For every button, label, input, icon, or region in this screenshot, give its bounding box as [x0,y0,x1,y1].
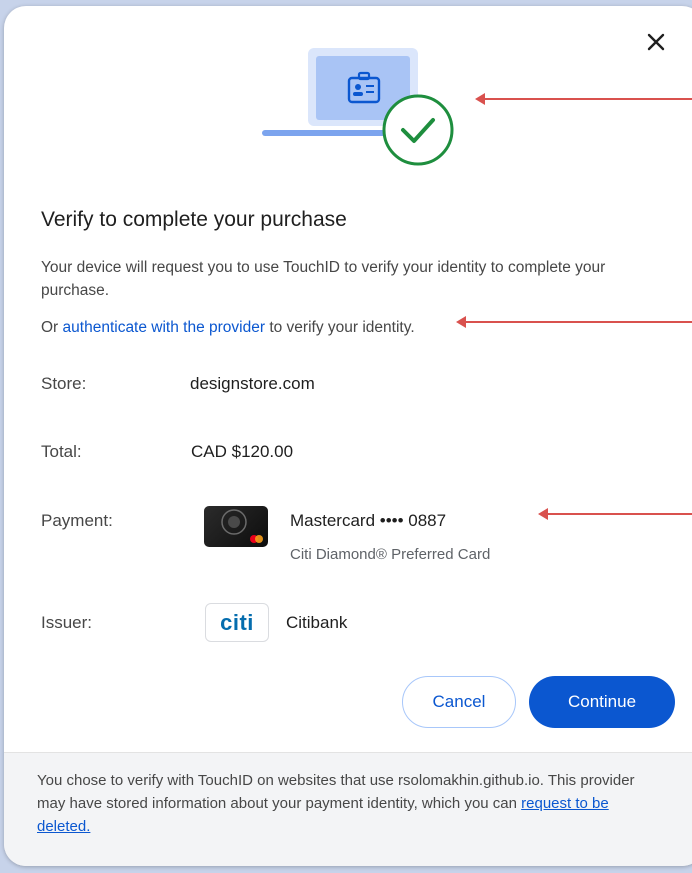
card-image [204,506,268,547]
alternate-auth-text: Or authenticate with the provider to ver… [41,319,415,337]
dialog-title: Verify to complete your purchase [41,208,347,231]
close-icon [647,33,665,51]
payment-card-subtitle: Citi Diamond® Preferred Card [290,546,491,563]
total-value: CAD $120.00 [191,442,294,461]
payment-label: Payment: [41,511,113,530]
authenticate-provider-link[interactable]: authenticate with the provider [63,319,265,336]
alt-suffix: to verify your identity. [265,319,415,336]
store-value: designstore.com [190,374,315,393]
dialog-description: Your device will request you to use Touc… [41,259,606,299]
close-button[interactable] [644,30,668,54]
continue-button[interactable]: Continue [529,676,675,728]
verify-purchase-dialog: Verify to complete your purchase Your de… [4,6,692,866]
issuer-logo-text: citi [220,609,254,635]
issuer-value: Citibank [286,613,348,632]
laptop-id-check-icon [262,48,462,178]
payment-card-name: Mastercard •••• 0887 [290,511,447,530]
annotation-arrow-payment [538,508,692,520]
total-label: Total: [41,442,82,461]
store-label: Store: [41,374,87,393]
cancel-button[interactable]: Cancel [402,676,516,728]
footer-text: You chose to verify with TouchID on webs… [37,769,657,838]
issuer-logo: citi [205,603,269,642]
annotation-arrow-auth [456,316,692,328]
dialog-footer: You chose to verify with TouchID on webs… [4,752,692,866]
annotation-arrow-hero [475,93,692,105]
issuer-label: Issuer: [41,613,93,632]
alt-prefix: Or [41,319,63,336]
